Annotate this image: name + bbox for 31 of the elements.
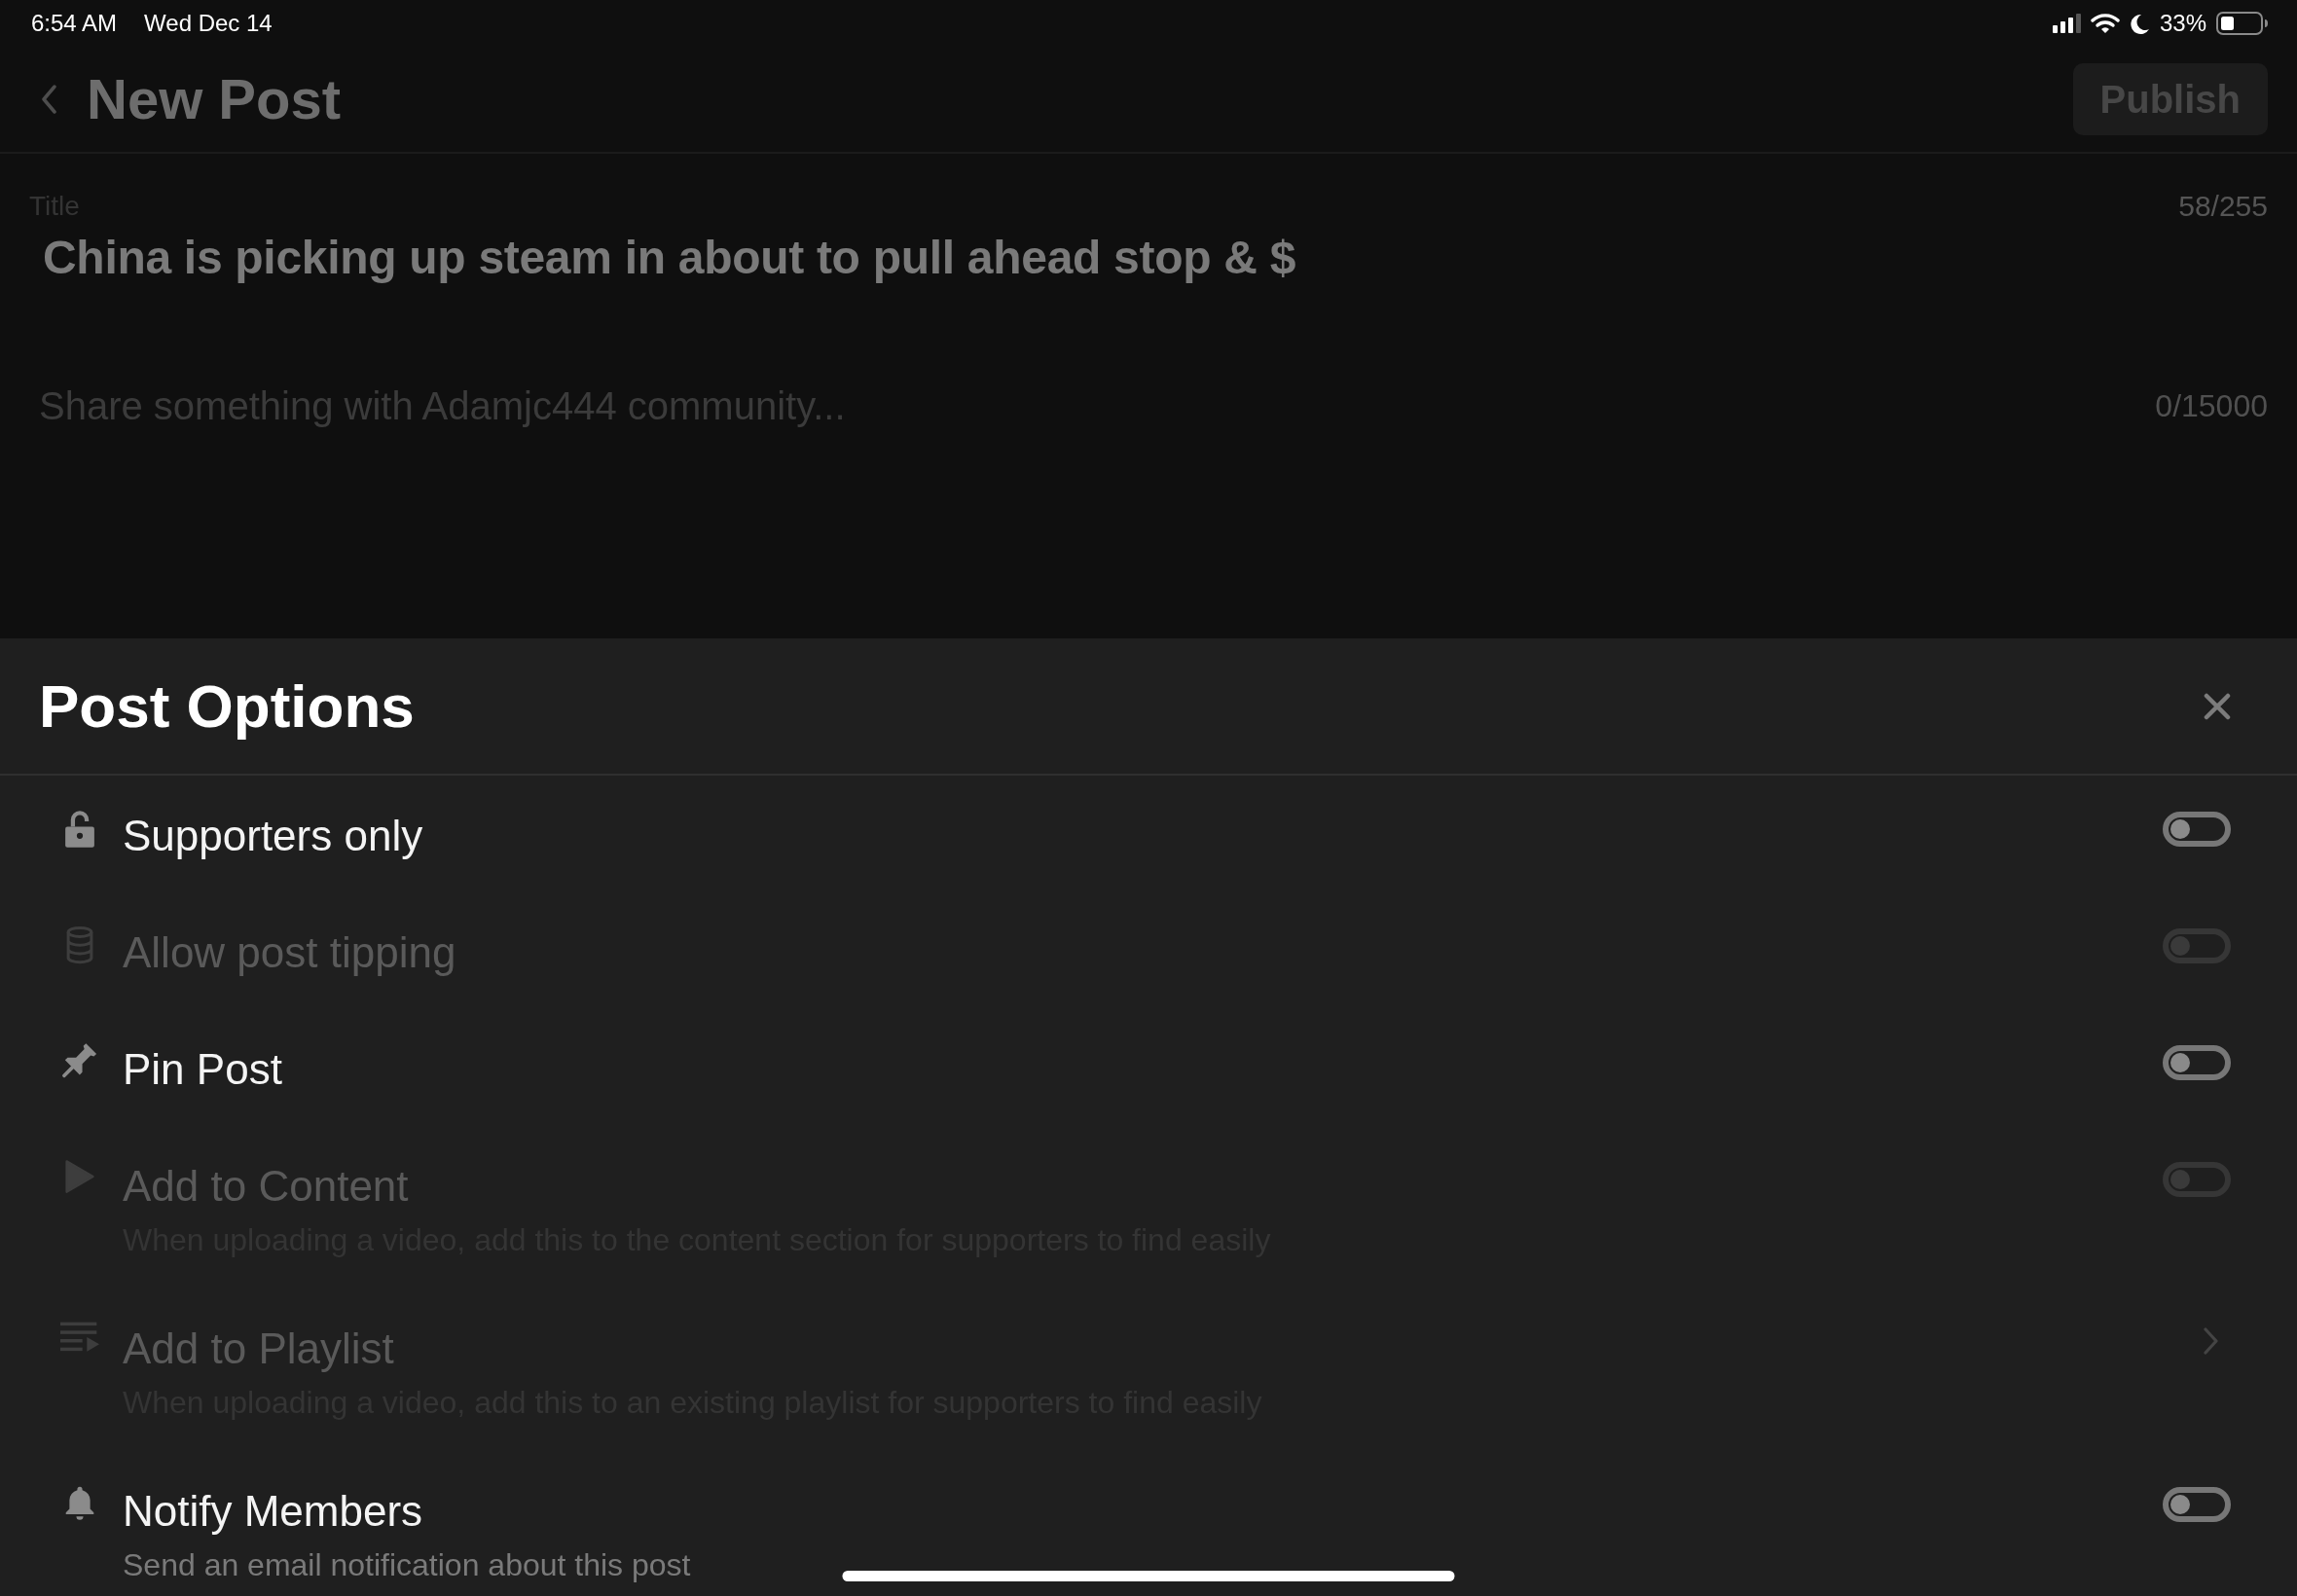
option-label: Add to Content (123, 1161, 409, 1212)
toggle-switch[interactable] (2163, 1487, 2231, 1522)
bell-icon (63, 1484, 96, 1521)
toggle-switch[interactable] (2163, 812, 2231, 847)
wifi-icon (2090, 13, 2120, 34)
toggle-switch[interactable] (2163, 1045, 2231, 1080)
status-date: Wed Dec 14 (144, 10, 273, 37)
status-time: 6:54 AM (31, 10, 118, 37)
back-icon (41, 85, 57, 114)
battery-icon (2216, 12, 2268, 35)
playlist-icon (60, 1322, 99, 1353)
option-label: Add to Playlist (123, 1324, 394, 1374)
option-description: Send an email notification about this post (123, 1546, 691, 1584)
option-label: Pin Post (123, 1044, 282, 1095)
pushpin-icon (61, 1042, 98, 1079)
sheet-title: Post Options (39, 671, 415, 742)
chevron-right-icon (2203, 1327, 2219, 1355)
character-counter: 58/255 (2178, 190, 2268, 223)
option-label: Notify Members (123, 1486, 423, 1537)
option-label: Supporters only (123, 811, 423, 861)
title-input[interactable]: China is picking up steam in about to pull ahead stop & $ (43, 227, 1296, 289)
close-icon (2204, 692, 2231, 720)
character-counter: 0/15000 (2155, 387, 2268, 424)
battery-percentage: 33% (2159, 10, 2206, 37)
coin-stack-icon (65, 925, 94, 964)
option-label: Allow post tipping (123, 927, 456, 978)
page-title: New Post (87, 66, 342, 132)
play-icon (65, 1159, 94, 1194)
padlock-icon (63, 809, 96, 848)
signal-icon (2052, 14, 2081, 33)
moon-icon (2129, 13, 2150, 34)
